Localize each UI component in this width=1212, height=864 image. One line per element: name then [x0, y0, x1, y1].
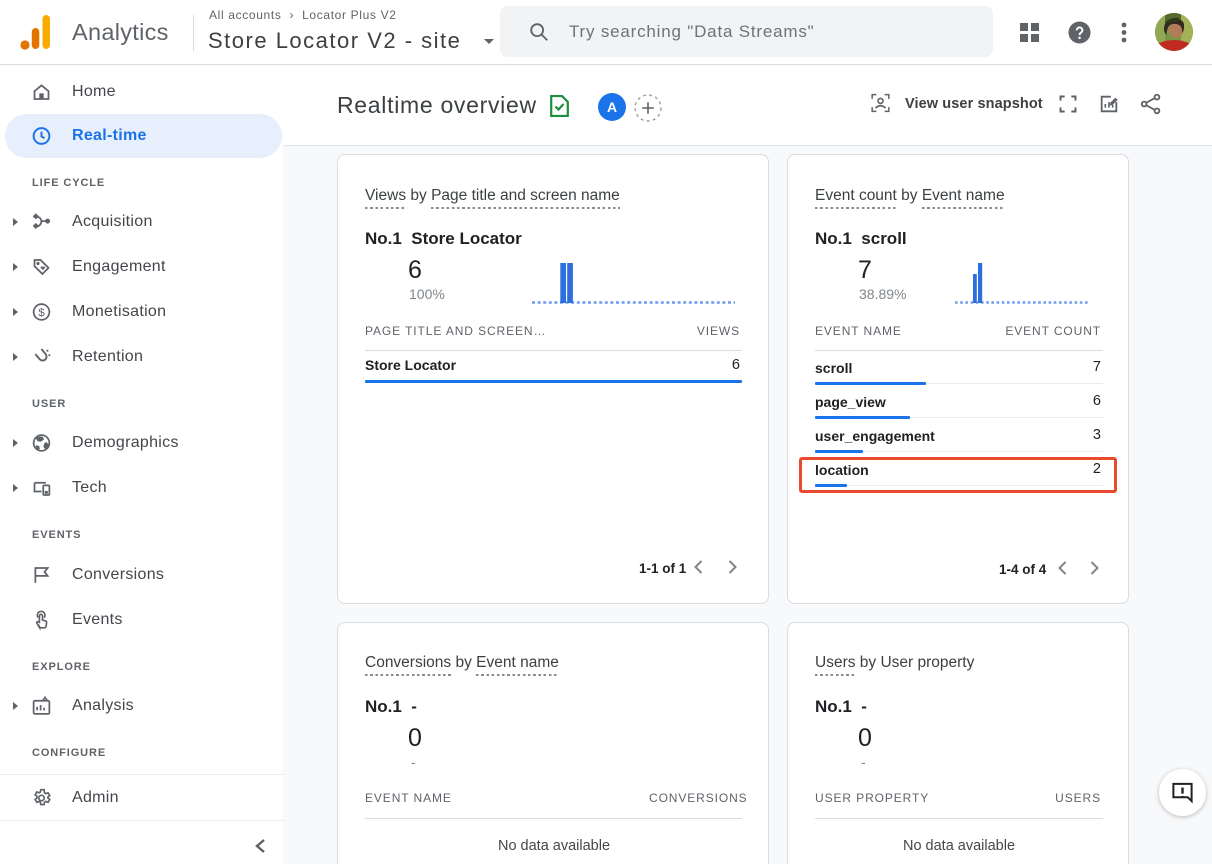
- svg-text:$: $: [38, 307, 45, 319]
